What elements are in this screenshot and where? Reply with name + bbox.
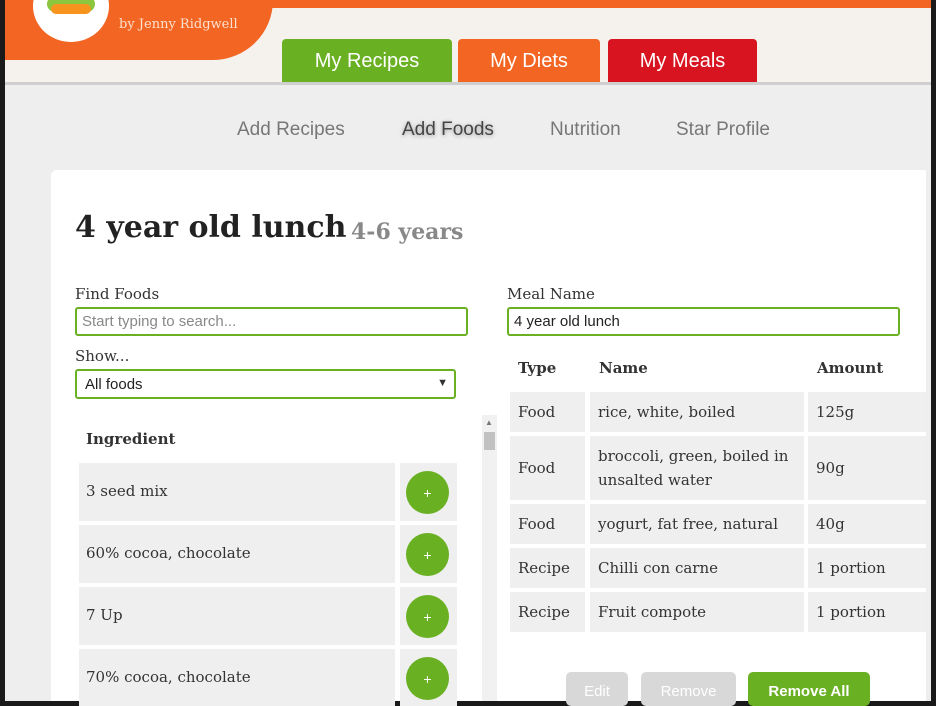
subnav-nutrition[interactable]: Nutrition (550, 119, 621, 141)
table-cell-amount[interactable]: 90g (808, 436, 926, 500)
add-cell: + (400, 649, 457, 706)
sub-navigation: Add Recipes Add Foods Nutrition Star Pro… (0, 113, 926, 143)
list-item: 60% cocoa, chocolate (79, 525, 395, 583)
show-selected-value: All foods (85, 375, 143, 393)
meal-title: 4 year old lunch (75, 210, 347, 245)
column-header-name: Name (599, 359, 648, 377)
ingredient-name: 60% cocoa, chocolate (86, 544, 251, 562)
find-foods-label: Find Foods (75, 285, 160, 303)
table-cell-amount[interactable]: 1 portion (808, 592, 926, 632)
scroll-thumb[interactable] (484, 432, 495, 450)
list-item: 7 Up (79, 587, 395, 645)
add-ingredient-button[interactable]: + (406, 471, 449, 514)
show-label: Show... (75, 347, 130, 365)
column-header-type: Type (518, 359, 557, 377)
list-item: 70% cocoa, chocolate (79, 649, 395, 706)
edit-button[interactable]: Edit (566, 672, 628, 706)
table-cell-type[interactable]: Food (510, 392, 585, 432)
ingredient-name: 3 seed mix (86, 482, 168, 500)
table-cell-name[interactable]: Chilli con carne (590, 548, 804, 588)
meal-name-label: Meal Name (507, 285, 595, 303)
dropdown-arrow-icon: ▼ (437, 377, 448, 389)
tab-my-recipes[interactable]: My Recipes (282, 39, 452, 83)
table-cell-type[interactable]: Recipe (510, 592, 585, 632)
add-cell: + (400, 525, 457, 583)
column-header-amount: Amount (817, 359, 884, 377)
tab-my-diets[interactable]: My Diets (458, 39, 600, 83)
table-cell-type[interactable]: Recipe (510, 548, 585, 588)
remove-button[interactable]: Remove (641, 672, 736, 706)
table-cell-amount[interactable]: 1 portion (808, 548, 926, 588)
add-ingredient-button[interactable]: + (406, 595, 449, 638)
add-cell: + (400, 587, 457, 645)
add-cell: + (400, 463, 457, 521)
add-ingredient-button[interactable]: + (406, 657, 449, 700)
remove-all-button[interactable]: Remove All (748, 672, 870, 706)
show-select[interactable]: All foods ▼ (75, 369, 456, 399)
table-cell-amount[interactable]: 40g (808, 504, 926, 544)
brand-header: by Jenny Ridgwell (5, 0, 273, 60)
logo[interactable] (33, 0, 109, 42)
table-cell-amount[interactable]: 125g (808, 392, 926, 432)
list-item: 3 seed mix (79, 463, 395, 521)
table-cell-name[interactable]: rice, white, boiled (590, 392, 804, 432)
ingredient-header: Ingredient (86, 430, 176, 448)
table-cell-name[interactable]: yogurt, fat free, natural (590, 504, 804, 544)
table-cell-type[interactable]: Food (510, 504, 585, 544)
table-cell-type[interactable]: Food (510, 436, 585, 500)
meal-name-input[interactable]: 4 year old lunch (507, 307, 900, 336)
scroll-up-icon[interactable]: ▲ (485, 418, 493, 427)
byline: by Jenny Ridgwell (119, 17, 238, 32)
subnav-add-foods[interactable]: Add Foods (402, 119, 494, 141)
subnav-add-recipes[interactable]: Add Recipes (237, 119, 345, 141)
age-group: 4-6 years (351, 219, 464, 245)
ingredient-name: 70% cocoa, chocolate (86, 668, 251, 686)
ingredient-scrollbar[interactable]: ▲ (482, 415, 497, 701)
table-cell-name[interactable]: Fruit compote (590, 592, 804, 632)
add-ingredient-button[interactable]: + (406, 533, 449, 576)
ingredient-name: 7 Up (86, 606, 123, 624)
tab-my-meals[interactable]: My Meals (608, 39, 757, 83)
table-cell-name[interactable]: broccoli, green, boiled in unsalted wate… (590, 436, 804, 500)
subnav-star-profile[interactable]: Star Profile (676, 119, 770, 141)
find-foods-input[interactable]: Start typing to search... (75, 307, 468, 336)
